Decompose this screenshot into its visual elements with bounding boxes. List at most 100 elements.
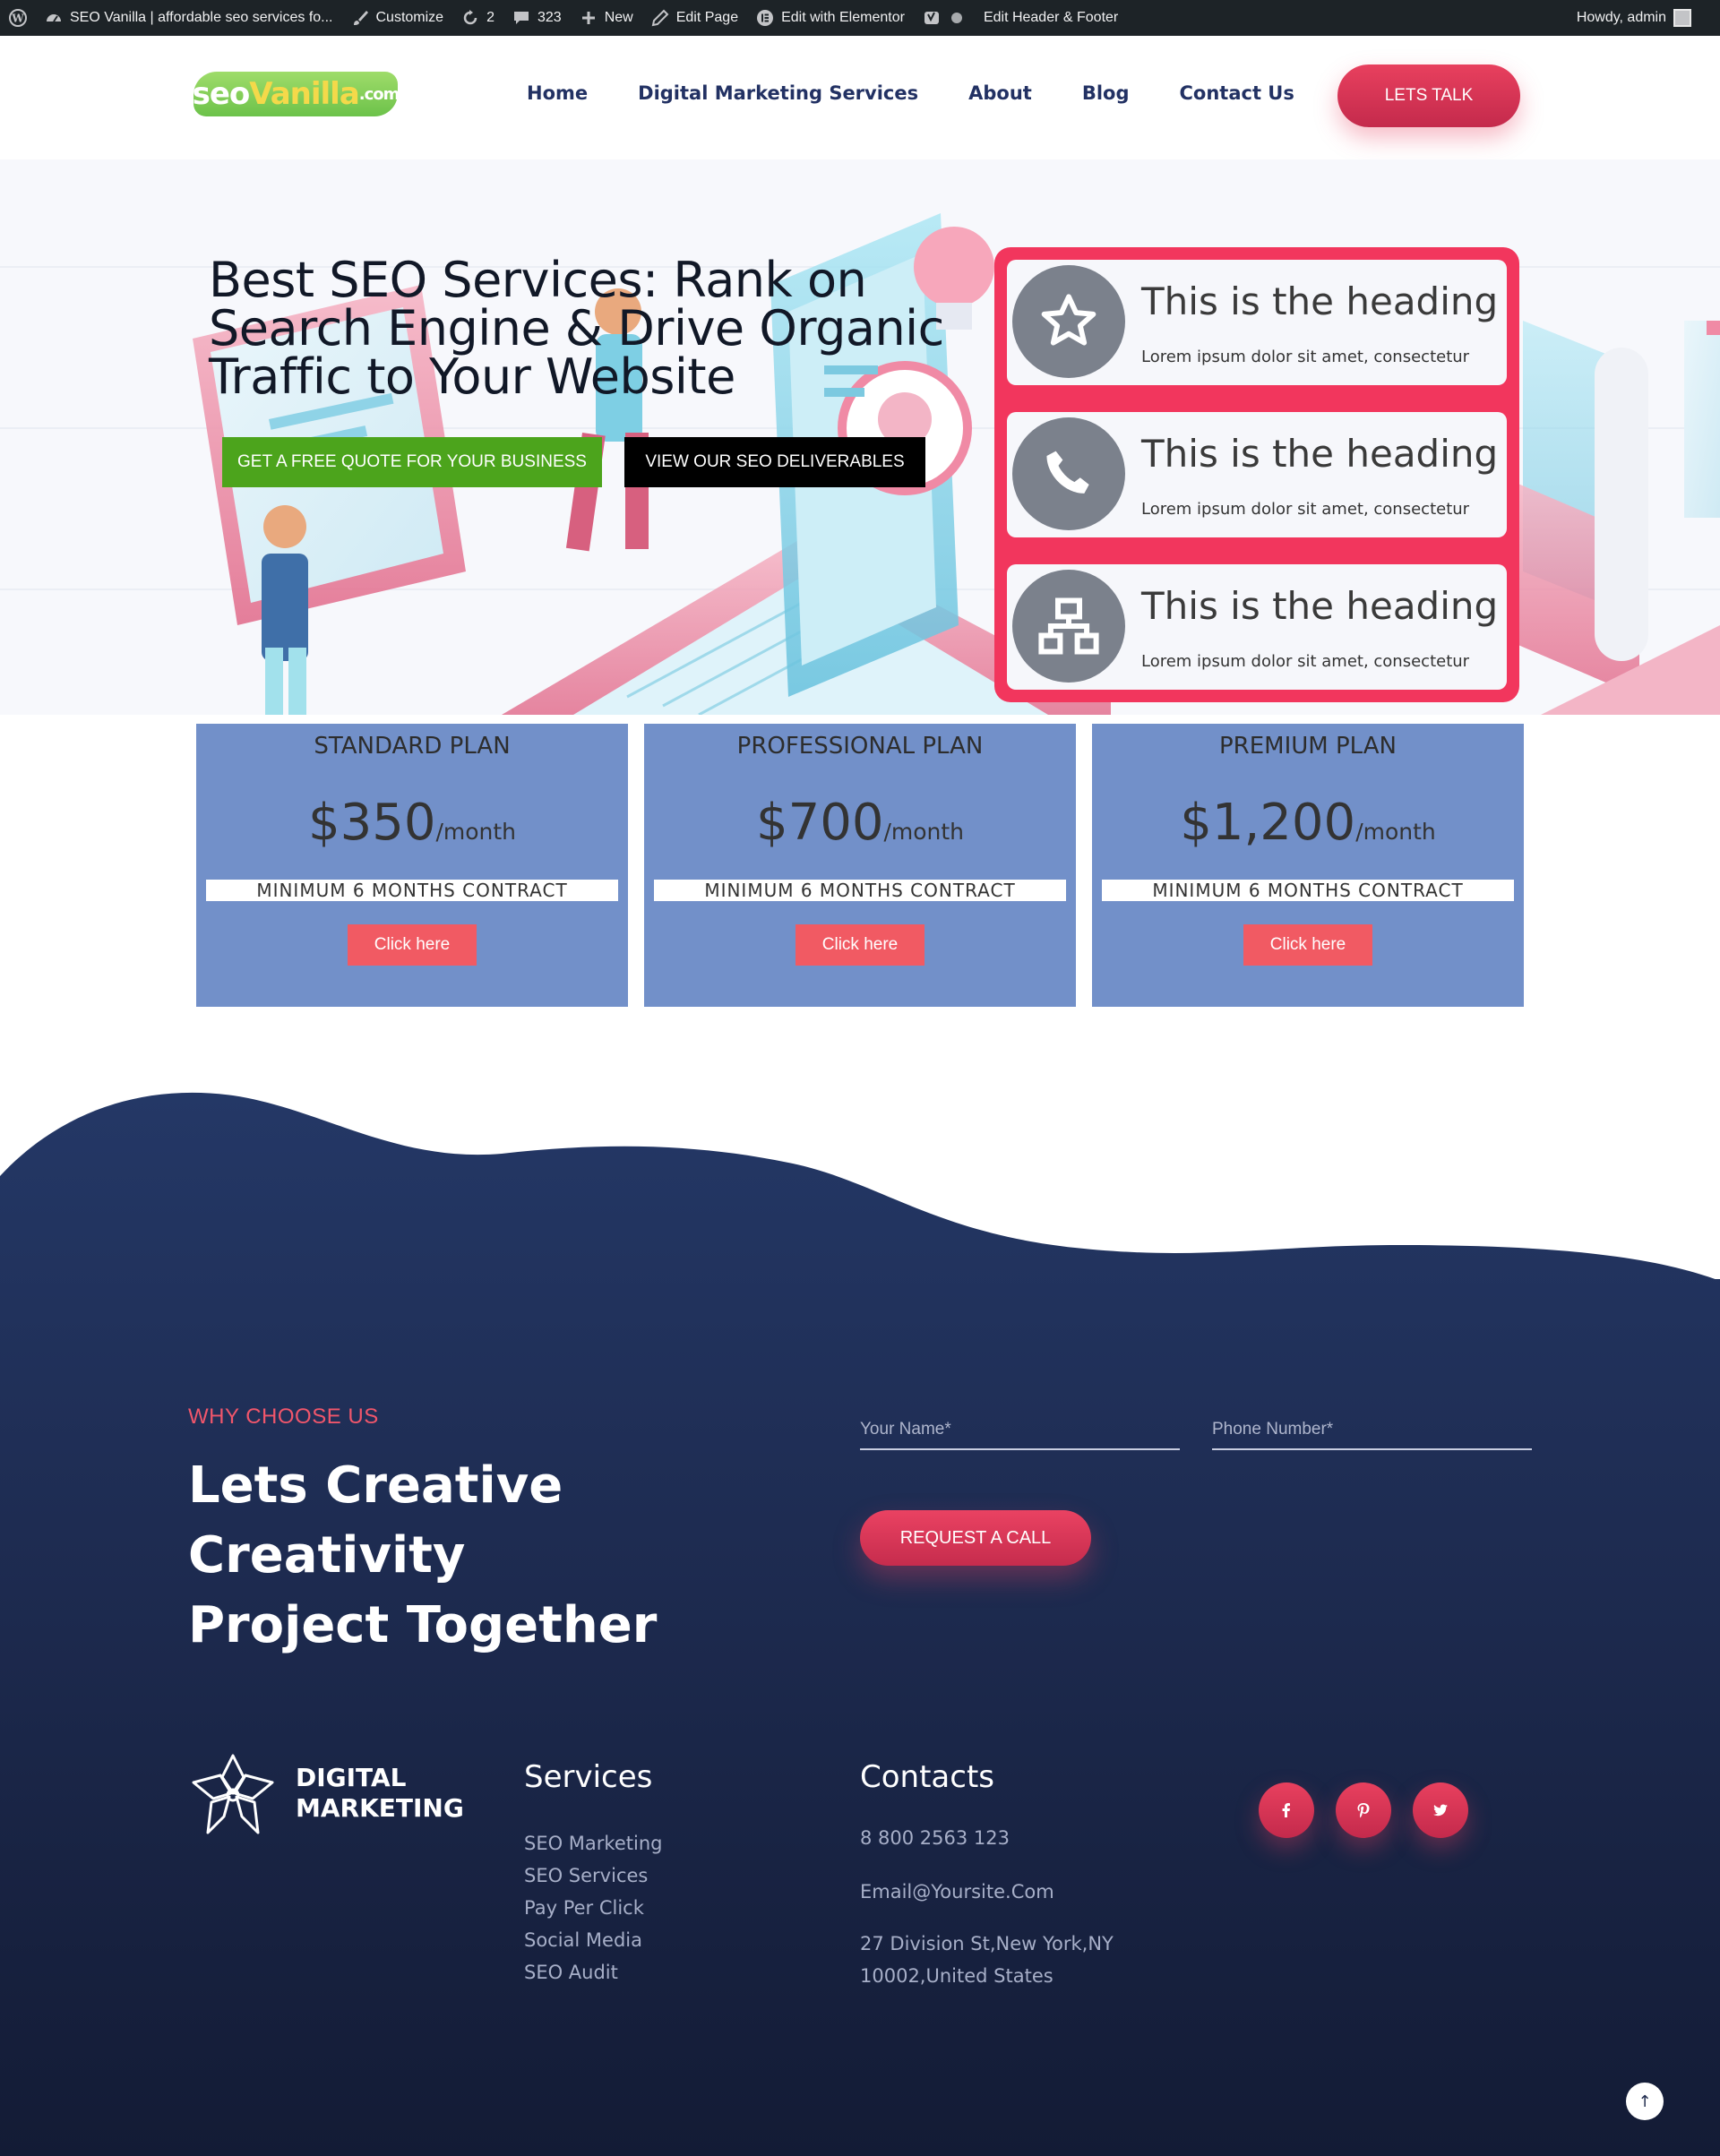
account-menu[interactable]: Howdy, admin [1568, 0, 1720, 36]
hero-title: Best SEO Services: Rank on Search Engine… [209, 252, 944, 405]
avatar [1673, 9, 1691, 27]
new-label: New [604, 10, 633, 25]
main-nav: Home Digital Marketing Services About Bl… [502, 82, 1320, 104]
star-icon [1012, 265, 1125, 378]
plan-name: PROFESSIONAL PLAN [736, 733, 984, 760]
feature-text: Lorem ipsum dolor sit amet, consectetur [1141, 500, 1470, 519]
edit-page-link[interactable]: Edit Page [642, 0, 747, 36]
edit-elementor-link[interactable]: Edit with Elementor [747, 0, 914, 36]
services-link[interactable]: SEO Marketing [524, 1827, 662, 1860]
edit-elementor-label: Edit with Elementor [781, 10, 905, 25]
plan-contract: MINIMUM 6 MONTHS CONTRACT [206, 880, 618, 901]
nav-home[interactable]: Home [502, 82, 613, 104]
plan-period: /month [1355, 819, 1436, 845]
back-to-top-button[interactable]: ↑ [1626, 2083, 1664, 2120]
twitter-icon [1433, 1804, 1448, 1817]
feature-text: Lorem ipsum dolor sit amet, consectetur [1141, 348, 1470, 366]
services-title: Services [524, 1759, 653, 1795]
wordpress-icon: W [9, 9, 27, 27]
feature-card: This is the heading Lorem ipsum dolor si… [1007, 260, 1507, 385]
feature-card: This is the heading Lorem ipsum dolor si… [1007, 564, 1507, 690]
plan-click-button[interactable]: Click here [348, 924, 477, 966]
status-dot-icon [948, 9, 966, 27]
pricing-card-professional: PROFESSIONAL PLAN $700/month MINIMUM 6 M… [644, 724, 1076, 1007]
site-title: SEO Vanilla | affordable seo services fo… [70, 10, 333, 25]
plan-name: STANDARD PLAN [314, 733, 511, 760]
customize-label: Customize [375, 10, 444, 25]
logo-com: .com [358, 84, 400, 104]
contact-email[interactable]: Email@Yoursite.Com [860, 1876, 1054, 1908]
comment-icon [512, 9, 530, 27]
plan-contract: MINIMUM 6 MONTHS CONTRACT [654, 880, 1066, 901]
logo-vanilla: Vanilla [249, 76, 360, 112]
new-content-link[interactable]: New [571, 0, 642, 36]
services-link[interactable]: Pay Per Click [524, 1892, 662, 1924]
footer-brand-line-2: MARKETING [296, 1793, 464, 1823]
feature-card: This is the heading Lorem ipsum dolor si… [1007, 412, 1507, 537]
updates-link[interactable]: 2 [452, 0, 503, 36]
site-logo[interactable]: seo Vanilla .com [192, 72, 400, 116]
phone-field[interactable] [1212, 1411, 1532, 1450]
plan-name: PREMIUM PLAN [1219, 733, 1397, 760]
services-link[interactable]: Social Media [524, 1924, 662, 1956]
updates-count: 2 [486, 10, 494, 25]
wave-divider [0, 1010, 1720, 1279]
address-line-1: 27 Division St,New York,NY [860, 1933, 1114, 1954]
request-call-button[interactable]: REQUEST A CALL [860, 1510, 1091, 1566]
refresh-icon [461, 9, 479, 27]
free-quote-button[interactable]: GET A FREE QUOTE FOR YOUR BUSINESS [222, 437, 602, 487]
pricing-card-standard: STANDARD PLAN $350/month MINIMUM 6 MONTH… [196, 724, 628, 1007]
plan-amount: $700 [755, 794, 884, 852]
nav-contact-us[interactable]: Contact Us [1155, 82, 1320, 104]
hero-section: Best SEO Services: Rank on Search Engine… [0, 159, 1720, 715]
howdy-label: Howdy, admin [1576, 10, 1666, 25]
pencil-icon [651, 9, 669, 27]
edit-header-footer-label: Edit Header & Footer [983, 10, 1119, 25]
services-link[interactable]: SEO Services [524, 1860, 662, 1892]
address-line-2: 10002,United States [860, 1965, 1054, 1987]
plan-price: $700/month [644, 794, 1076, 853]
customize-link[interactable]: Customize [342, 0, 453, 36]
nav-about[interactable]: About [943, 82, 1057, 104]
contact-phone[interactable]: 8 800 2563 123 [860, 1822, 1010, 1854]
why-choose-title: Lets Creative Creativity Project Togethe… [188, 1451, 833, 1661]
name-field[interactable] [860, 1411, 1180, 1450]
site-name-link[interactable]: SEO Vanilla | affordable seo services fo… [36, 0, 342, 36]
yoast-menu[interactable] [914, 0, 975, 36]
logo-seo: seo [192, 76, 251, 112]
brush-icon [351, 9, 369, 27]
comments-count: 323 [537, 10, 562, 25]
twitter-button[interactable] [1413, 1782, 1468, 1838]
pricing-section: STANDARD PLAN $350/month MINIMUM 6 MONTH… [0, 715, 1720, 1010]
seo-deliverables-button[interactable]: VIEW OUR SEO DELIVERABLES [624, 437, 925, 487]
yoast-icon [923, 9, 941, 27]
contacts-title: Contacts [860, 1759, 994, 1795]
footer-brand: DIGITAL MARKETING [296, 1763, 464, 1824]
feature-heading: This is the heading [1141, 584, 1499, 628]
plan-click-button[interactable]: Click here [1243, 924, 1372, 966]
wp-admin-bar: W SEO Vanilla | affordable seo services … [0, 0, 1720, 36]
lets-talk-button[interactable]: LETS TALK [1337, 64, 1520, 127]
edit-header-footer-link[interactable]: Edit Header & Footer [975, 0, 1127, 36]
services-link[interactable]: SEO Audit [524, 1956, 662, 1989]
edit-page-label: Edit Page [675, 10, 739, 25]
feature-heading: This is the heading [1141, 279, 1499, 323]
facebook-icon [1282, 1803, 1290, 1817]
feature-heading: This is the heading [1141, 432, 1499, 476]
plus-icon [580, 9, 598, 27]
pinterest-button[interactable] [1336, 1782, 1391, 1838]
comments-link[interactable]: 323 [503, 0, 571, 36]
footer-brand-line-1: DIGITAL [296, 1763, 407, 1792]
feature-text: Lorem ipsum dolor sit amet, consectetur [1141, 652, 1470, 671]
pinterest-icon [1357, 1803, 1370, 1818]
contact-address: 27 Division St,New York,NY 10002,United … [860, 1928, 1114, 1992]
facebook-button[interactable] [1259, 1782, 1314, 1838]
wordpress-menu[interactable]: W [0, 0, 36, 36]
plan-click-button[interactable]: Click here [796, 924, 924, 966]
services-list: SEO Marketing SEO Services Pay Per Click… [524, 1827, 662, 1989]
flower-logo-icon [192, 1754, 274, 1834]
nav-digital-marketing-services[interactable]: Digital Marketing Services [613, 82, 943, 104]
why-title-line-2: Project Together [188, 1596, 658, 1654]
plan-period: /month [883, 819, 965, 845]
nav-blog[interactable]: Blog [1057, 82, 1155, 104]
